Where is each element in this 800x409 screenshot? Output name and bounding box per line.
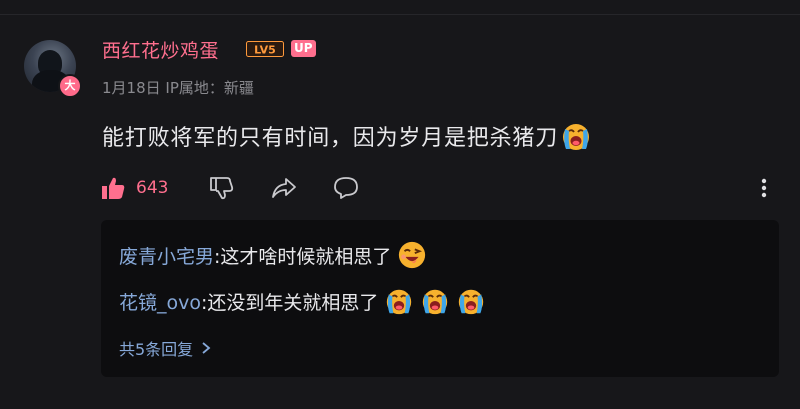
more-replies-label: 共5条回复: [119, 340, 194, 359]
reply-item[interactable]: 废青小宅男 :这才啥时候就相思了: [119, 240, 427, 270]
share-icon: [272, 178, 296, 198]
reply-author[interactable]: 废青小宅男: [119, 242, 214, 269]
share-button[interactable]: [270, 172, 298, 204]
like-button[interactable]: 643: [100, 172, 168, 204]
reply-item[interactable]: 花镜_ovo :还没到年关就相思了: [119, 286, 486, 316]
reply-button[interactable]: [332, 172, 360, 204]
comment-text: 能打败将军的只有时间，因为岁月是把杀猪刀: [102, 126, 559, 151]
action-bar: 643: [100, 172, 780, 204]
reply-text: :还没到年关就相思了: [201, 291, 379, 314]
more-options-button[interactable]: [756, 172, 772, 204]
chevron-right-icon: [202, 342, 211, 354]
level-label: LV5: [254, 44, 276, 57]
drooling-emoji-icon: [399, 241, 426, 269]
more-replies-link[interactable]: 共5条回复: [119, 336, 213, 360]
level-badge-icon: LV5: [246, 41, 284, 57]
dislike-button[interactable]: [208, 172, 234, 204]
comment-bubble-icon: [334, 177, 358, 199]
crying-emoji-icon: [459, 289, 484, 315]
crying-emoji-icon: [563, 124, 590, 150]
crying-emoji-icon: [387, 289, 412, 315]
thumbs-down-icon: [210, 177, 234, 200]
comment-meta: 1月18日 IP属地：新疆: [102, 79, 254, 97]
replies-panel: 废青小宅男 :这才啥时候就相思了 花镜_ovo :还没到年关就相思了 共5条回复: [101, 220, 779, 377]
reply-author[interactable]: 花镜_ovo: [119, 288, 201, 315]
thumbs-up-icon: [102, 177, 125, 199]
top-divider: [0, 14, 800, 15]
reply-text: :这才啥时候就相思了: [214, 245, 392, 268]
username-link[interactable]: 西红花炒鸡蛋: [102, 36, 219, 63]
like-count: 643: [136, 178, 169, 198]
crying-emoji-icon: [423, 289, 448, 315]
comment-body: 能打败将军的只有时间，因为岁月是把杀猪刀: [102, 120, 592, 152]
avatar-badge: 大: [58, 74, 82, 98]
more-vertical-icon: [761, 178, 767, 198]
up-badge: UP: [291, 40, 316, 57]
